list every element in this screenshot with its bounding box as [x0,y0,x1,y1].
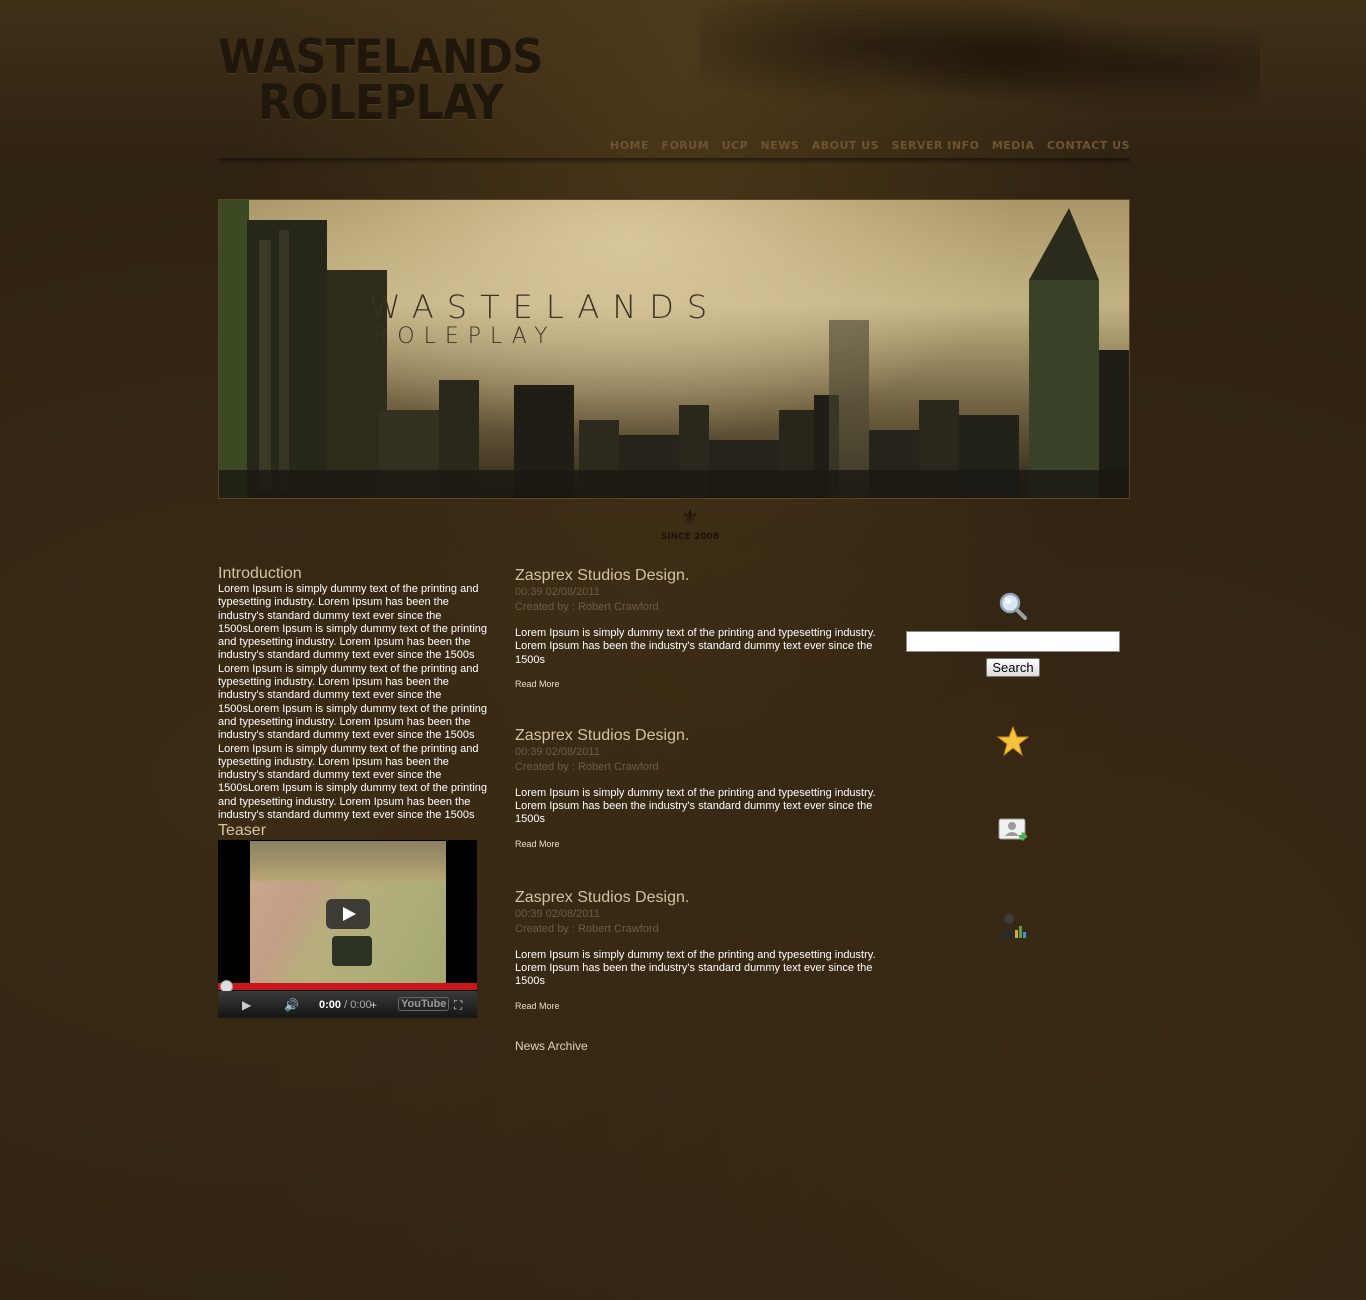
main-nav: HOME FORUM UCP NEWS ABOUT US SERVER INFO… [600,139,1130,157]
nav-contact-us[interactable]: CONTACT US [1037,139,1130,157]
news-item: Zasprex Studios Design. 00:39 02/08/2011… [515,567,885,689]
header-divider [218,158,1130,164]
news-title[interactable]: Zasprex Studios Design. [515,889,885,907]
sidebar-search [900,590,1126,620]
register-link[interactable] [900,815,1126,852]
teaser-title: Teaser [218,822,267,840]
banner-title-line-2: ROLEPLAY [373,324,557,349]
nav-ucp[interactable]: UCP [712,139,749,157]
magnifier-icon [999,592,1027,620]
since-emblem: ⚜ SINCE 2008 [640,508,740,542]
intro-title: Introduction [218,565,302,582]
teaser-video-player[interactable]: ▶ 🔊 0:00 / 0:00 + YouTube ⛶ [218,840,477,1019]
header-artwork [700,0,1260,150]
star-icon [996,725,1030,757]
news-date: 00:39 02/08/2011 [515,586,600,598]
since-label: SINCE 2008 [660,532,720,542]
nav-about-us[interactable]: ABOUT US [802,139,879,157]
fleur-de-lis-icon: ⚜ [681,507,699,529]
left-column: Introduction Lorem Ipsum is simply dummy… [218,565,490,1019]
nav-forum[interactable]: FORUM [651,139,709,157]
news-date: 00:39 02/08/2011 [515,745,600,758]
read-more-link[interactable]: Read More [515,679,885,689]
read-more-link[interactable]: Read More [515,1001,885,1011]
play-icon[interactable]: ▶ [242,998,251,1012]
search-button[interactable]: Search [986,658,1040,677]
video-time-current: 0:00 [319,999,342,1012]
news-author: Created by : Robert Crawford [515,760,659,773]
youtube-logo[interactable]: YouTube [398,997,450,1012]
news-body: Lorem Ipsum is simply dummy text of the … [515,786,876,826]
news-date: 00:39 02/08/2011 [515,907,600,920]
stats-link[interactable] [900,910,1126,947]
site-logo[interactable]: WASTELANDS ROLEPLAY [218,30,543,131]
news-title[interactable]: Zasprex Studios Design. [515,727,885,745]
volume-icon[interactable]: 🔊 [284,998,299,1012]
add-user-icon [998,818,1027,841]
intro-paragraph-3: Lorem Ipsum is simply dummy text of the … [218,742,488,822]
banner-title-line-1: WASTELANDS [369,288,721,326]
read-more-link[interactable]: Read More [515,839,885,849]
video-controls: ▶ 🔊 0:00 / 0:00 + YouTube ⛶ [218,991,477,1019]
nav-news[interactable]: NEWS [751,139,800,157]
nav-server-info[interactable]: SERVER INFO [882,139,980,157]
nav-home[interactable]: HOME [600,139,649,157]
nav-media[interactable]: MEDIA [982,139,1035,157]
news-author: Created by : Robert Crawford [515,922,659,935]
logo-line-1: WASTELANDS [218,30,543,85]
user-stats-icon [999,914,1026,938]
news-item: Zasprex Studios Design. 00:39 02/08/2011… [515,727,885,849]
add-icon[interactable]: + [370,998,377,1012]
banner-title: WASTELANDS ROLEPLAY [369,288,720,349]
video-time-total: / 0:00 [344,999,372,1012]
favorites-link[interactable] [900,725,1126,762]
sidebar: Search [900,590,1126,938]
city-skyline-image [219,200,1129,498]
news-item: Zasprex Studios Design. 00:39 02/08/2011… [515,889,885,1011]
news-archive-link[interactable]: News Archive [515,1039,885,1053]
news-body: Lorem Ipsum is simply dummy text of the … [515,627,876,666]
news-column: Zasprex Studios Design. 00:39 02/08/2011… [515,567,885,1053]
intro-paragraph-1: Lorem Ipsum is simply dummy text of the … [218,583,488,662]
video-time: 0:00 / 0:00 [319,999,372,1011]
search-input[interactable] [906,631,1120,652]
video-progress-bar[interactable] [218,983,477,991]
fullscreen-icon[interactable]: ⛶ [454,998,462,1013]
intro-paragraph-2: Lorem Ipsum is simply dummy text of the … [218,662,488,742]
news-author: Created by : Robert Crawford [515,601,659,613]
logo-line-2: ROLEPLAY [258,75,504,131]
hero-banner: WASTELANDS ROLEPLAY [218,199,1130,499]
play-overlay-button[interactable] [326,899,370,930]
news-title[interactable]: Zasprex Studios Design. [515,567,885,585]
news-body: Lorem Ipsum is simply dummy text of the … [515,948,876,988]
